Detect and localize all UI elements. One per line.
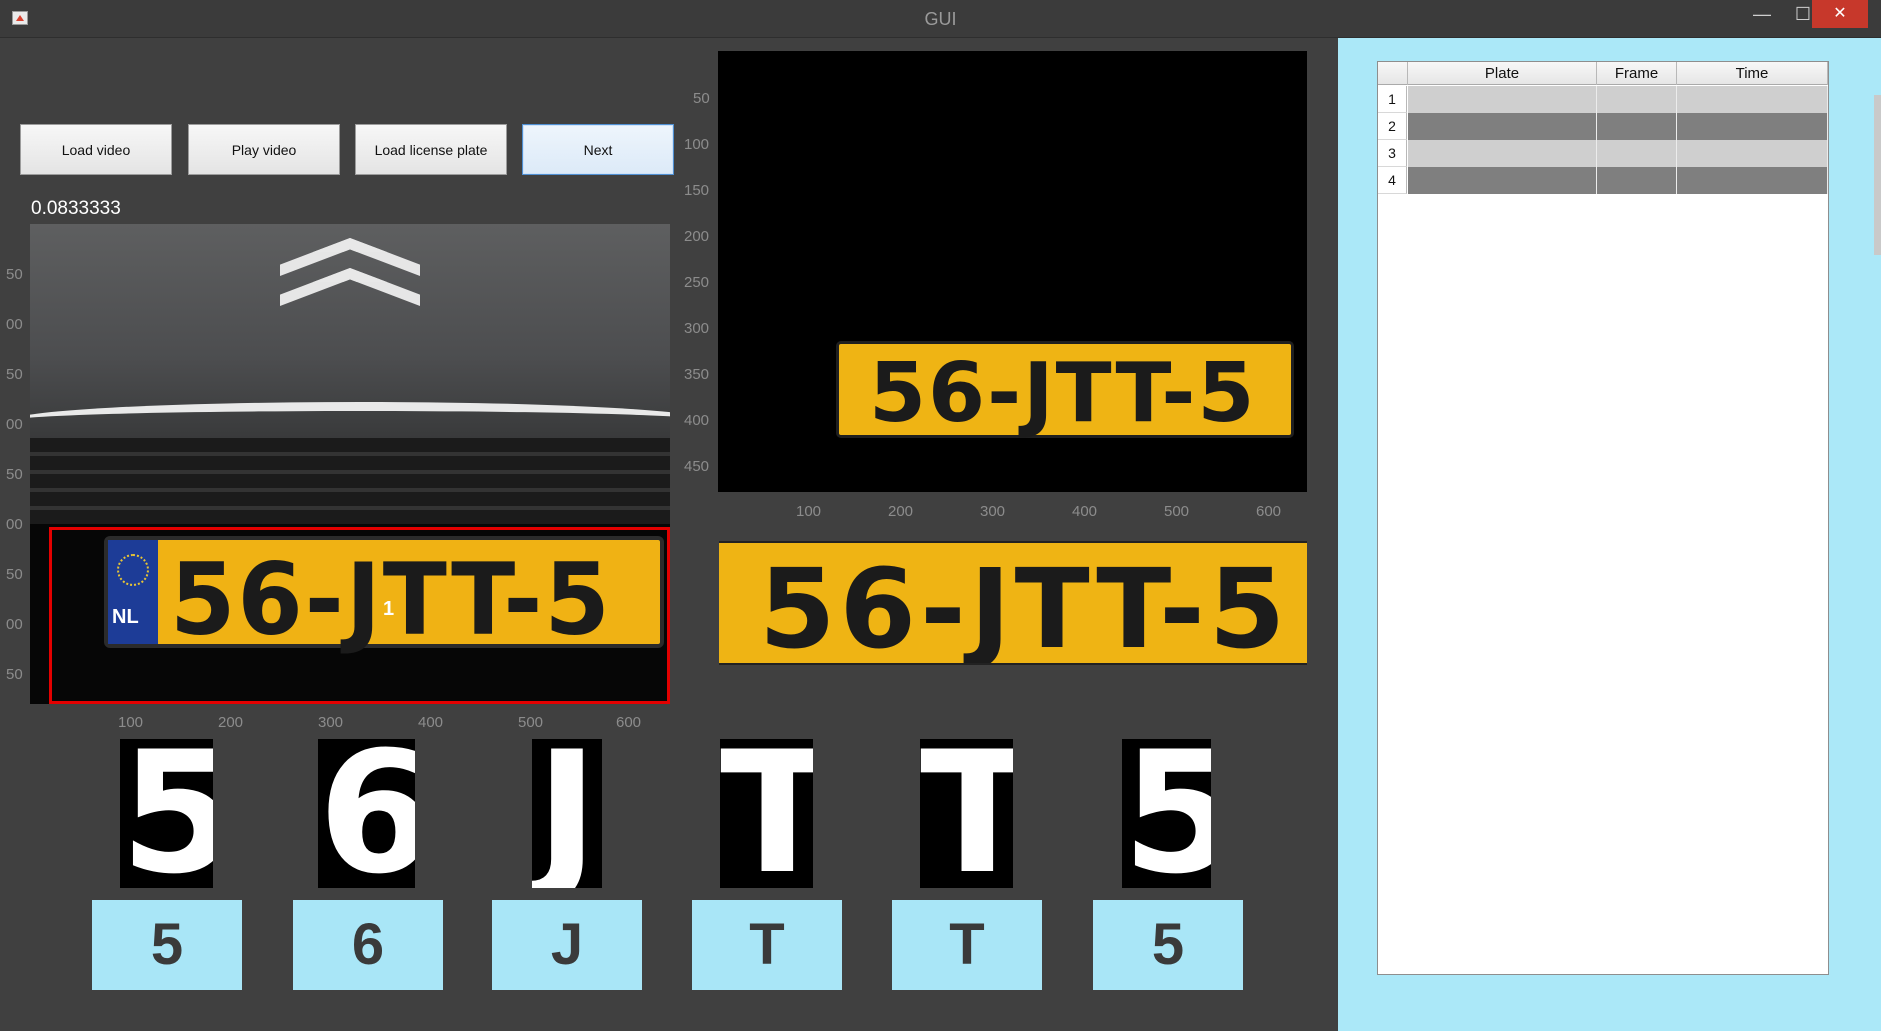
table-row[interactable]: 1: [1378, 86, 1828, 113]
tick-label: 00: [6, 416, 23, 433]
detection-label: 1: [383, 598, 395, 620]
column-header-time[interactable]: Time: [1677, 62, 1828, 85]
tick-label: 200: [888, 503, 914, 520]
row-number: 2: [1378, 113, 1407, 140]
cell-plate[interactable]: [1408, 140, 1597, 167]
segmented-char: 5: [120, 739, 213, 888]
plate-region-axes: 56-JTT-5: [718, 51, 1307, 492]
cell-time[interactable]: [1677, 113, 1828, 140]
results-table[interactable]: Plate Frame Time 1 2 3 4: [1377, 61, 1829, 975]
cell-time[interactable]: [1677, 140, 1828, 167]
tick-label: 00: [6, 616, 23, 633]
tick-label: 150: [684, 182, 710, 199]
tick-label: 50: [6, 466, 23, 483]
close-button[interactable]: ✕: [1812, 0, 1868, 28]
tick-label: 00: [6, 316, 23, 333]
tick-label: 350: [684, 366, 710, 383]
cell-plate[interactable]: [1408, 113, 1597, 140]
segmented-char: T: [720, 739, 813, 888]
tick-label: 250: [684, 274, 710, 291]
tick-label: 600: [1256, 503, 1282, 520]
detection-bounding-box: [49, 527, 670, 704]
column-header-plate[interactable]: Plate: [1408, 62, 1597, 85]
next-button[interactable]: Next: [522, 124, 674, 175]
minimize-button[interactable]: —: [1742, 0, 1782, 30]
recognized-char: J: [492, 900, 642, 990]
load-video-button[interactable]: Load video: [20, 124, 172, 175]
cell-frame[interactable]: [1597, 167, 1677, 194]
tick-label: 300: [318, 714, 344, 731]
recognized-char: T: [692, 900, 842, 990]
table-row[interactable]: 4: [1378, 167, 1828, 194]
title-bar: GUI — ☐ ✕: [0, 0, 1881, 38]
play-video-button[interactable]: Play video: [188, 124, 340, 175]
main-window: GUI — ☐ ✕ Load video Play video Load lic…: [0, 0, 1881, 1031]
tick-label: 50: [6, 366, 23, 383]
table-header: Plate Frame Time: [1378, 62, 1828, 85]
license-plate: 56-JTT-5: [836, 341, 1294, 441]
recognized-char: 5: [92, 900, 242, 990]
cell-time[interactable]: [1677, 167, 1828, 194]
cell-plate[interactable]: [1408, 86, 1597, 113]
scrollbar[interactable]: [1874, 95, 1881, 255]
tick-label: 500: [1164, 503, 1190, 520]
tick-label: 50: [6, 566, 23, 583]
tick-label: 300: [980, 503, 1006, 520]
tick-label: 50: [6, 266, 23, 283]
header-corner: [1378, 62, 1408, 85]
segmented-char: J: [532, 739, 602, 888]
column-header-frame[interactable]: Frame: [1597, 62, 1677, 85]
tick-label: 200: [684, 228, 710, 245]
cell-frame[interactable]: [1597, 86, 1677, 113]
tick-label: 50: [693, 90, 710, 107]
tick-label: 400: [1072, 503, 1098, 520]
tick-label: 100: [796, 503, 822, 520]
tick-label: 500: [518, 714, 544, 731]
grille: [30, 438, 670, 533]
row-number: 4: [1378, 167, 1407, 194]
tick-label: 300: [684, 320, 710, 337]
tick-label: 100: [118, 714, 144, 731]
table-row[interactable]: 3: [1378, 140, 1828, 167]
cropped-plate-axes: 56-JTT-5: [719, 541, 1307, 665]
segmented-char: 5: [1122, 739, 1211, 888]
segmented-char: T: [920, 739, 1013, 888]
cropped-plate-text: 56-JTT-5: [759, 545, 1290, 665]
plate-text: 56-JTT-5: [869, 346, 1257, 441]
tick-label: 200: [218, 714, 244, 731]
load-license-plate-button[interactable]: Load license plate: [355, 124, 507, 175]
tick-label: 600: [616, 714, 642, 731]
tick-label: 100: [684, 136, 710, 153]
recognized-char: 5: [1093, 900, 1243, 990]
recognized-char: T: [892, 900, 1042, 990]
window-title: GUI: [924, 9, 957, 29]
cell-frame[interactable]: [1597, 113, 1677, 140]
cell-plate[interactable]: [1408, 167, 1597, 194]
cell-time[interactable]: [1677, 86, 1828, 113]
table-row[interactable]: 2: [1378, 113, 1828, 140]
ratio-value: 0.0833333: [31, 198, 121, 219]
segmented-char: 6: [318, 739, 415, 888]
cell-frame[interactable]: [1597, 140, 1677, 167]
chrome-trim: [30, 402, 670, 440]
tick-label: 50: [6, 666, 23, 683]
tick-label: 450: [684, 458, 710, 475]
row-number: 3: [1378, 140, 1407, 167]
row-number: 1: [1378, 86, 1407, 113]
recognized-char: 6: [293, 900, 443, 990]
tick-label: 400: [418, 714, 444, 731]
tick-label: 00: [6, 516, 23, 533]
tick-label: 400: [684, 412, 710, 429]
